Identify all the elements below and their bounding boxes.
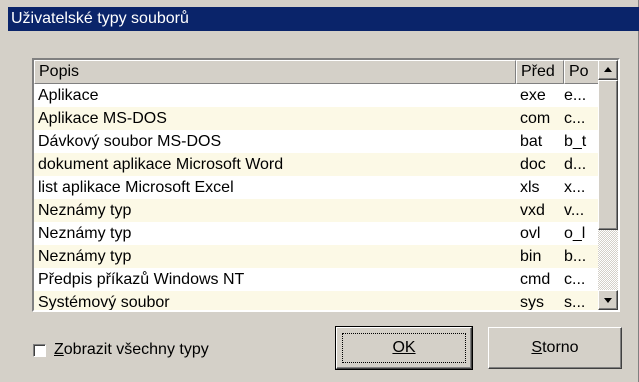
mnemonic-z: Z (54, 341, 64, 358)
cell-after: c... (564, 271, 586, 288)
cell-before: cmd (520, 271, 551, 288)
cell-after: b... (564, 248, 587, 265)
cell-description: Dávkový soubor MS-DOS (38, 133, 222, 150)
cell-after: b_t (564, 133, 587, 150)
cell-before: xls (520, 179, 540, 196)
label-rest: obrazit všechny typy (63, 341, 209, 358)
scroll-thumb[interactable] (598, 80, 618, 230)
arrow-up-icon (604, 67, 612, 72)
list-header: Popis Před Po (34, 60, 598, 84)
cell-description: list aplikace Microsoft Excel (38, 179, 234, 196)
arrow-down-icon (604, 298, 612, 303)
title-bar[interactable]: Uživatelské typy souborů (8, 7, 639, 31)
cell-before: vxd (520, 202, 545, 219)
cell-before: ovl (520, 225, 541, 242)
cell-description: Systémový soubor (38, 294, 170, 310)
cell-description: dokument aplikace Microsoft Word (38, 156, 284, 173)
cell-after: d... (564, 156, 587, 173)
list-rows: Aplikace exe e... Aplikace MS-DOS com c.… (34, 84, 598, 310)
cell-description: Aplikace MS-DOS (38, 110, 167, 127)
cancel-label-rest: torno (542, 339, 579, 356)
cell-description: Neznámy typ (38, 248, 132, 265)
cancel-label: Storno (531, 339, 578, 356)
cell-description: Aplikace (38, 87, 99, 104)
cell-before: bin (520, 248, 542, 265)
cell-description: Předpis příkazů Windows NT (38, 271, 245, 288)
list-item[interactable]: Dávkový soubor MS-DOS bat b_t (34, 130, 598, 153)
list-content: Popis Před Po Aplikace exe e... Aplikace… (34, 60, 598, 310)
show-all-types-checkbox-control[interactable]: Zobrazit všechny typy (33, 339, 209, 361)
list-item[interactable]: Systémový soubor sys s... (34, 291, 598, 310)
vertical-scrollbar[interactable] (598, 60, 618, 310)
cell-before: com (520, 110, 551, 127)
cell-after: v... (564, 202, 585, 219)
list-item[interactable]: Neznámy typ bin b... (34, 245, 598, 268)
column-header-pred[interactable]: Před (516, 60, 564, 84)
cell-after: c... (564, 110, 586, 127)
cell-after: s... (564, 294, 586, 310)
file-types-list[interactable]: Popis Před Po Aplikace exe e... Aplikace… (32, 58, 620, 312)
scroll-down-button[interactable] (598, 290, 618, 310)
mnemonic-s: S (531, 339, 543, 356)
cell-before: bat (520, 133, 543, 150)
list-item[interactable]: dokument aplikace Microsoft Word doc d..… (34, 153, 598, 176)
cell-after: o_l (564, 225, 586, 242)
list-item[interactable]: list aplikace Microsoft Excel xls x... (34, 176, 598, 199)
ok-button[interactable]: OK (335, 326, 473, 370)
column-header-po[interactable]: Po (564, 60, 598, 84)
show-all-types-label[interactable]: Zobrazit všechny typy (54, 341, 209, 359)
list-item[interactable]: Neznámy typ vxd v... (34, 199, 598, 222)
show-all-types-checkbox[interactable] (33, 343, 46, 357)
list-item[interactable]: Aplikace MS-DOS com c... (34, 107, 598, 130)
cell-description: Neznámy typ (38, 225, 132, 242)
cell-after: e... (564, 87, 587, 104)
list-item[interactable]: Aplikace exe e... (34, 84, 598, 107)
ok-label: OK (392, 339, 416, 356)
cell-before: doc (520, 156, 546, 173)
list-item[interactable]: Neznámy typ ovl o_l (34, 222, 598, 245)
column-header-popis[interactable]: Popis (34, 60, 516, 84)
scroll-up-button[interactable] (598, 60, 618, 80)
window-title: Uživatelské typy souborů (11, 10, 189, 27)
cell-before: sys (520, 294, 544, 310)
cell-description: Neznámy typ (38, 202, 132, 219)
cancel-button[interactable]: Storno (488, 327, 622, 369)
cell-after: x... (564, 179, 586, 196)
list-item[interactable]: Předpis příkazů Windows NT cmd c... (34, 268, 598, 291)
cell-before: exe (520, 87, 546, 104)
dialog-window: Uživatelské typy souborů Popis Před Po A… (0, 0, 639, 382)
